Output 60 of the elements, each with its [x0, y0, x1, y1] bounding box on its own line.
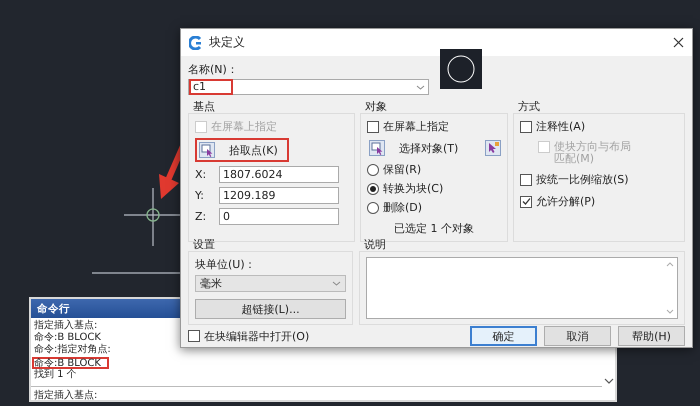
checkbox-label[interactable]: 允许分解(P) — [536, 194, 596, 209]
coordinate-label: Y: — [195, 189, 205, 202]
dropdown-value: 毫米 — [200, 276, 222, 291]
dialog-button[interactable]: 取消 — [544, 326, 611, 346]
selection-status: 已选定 1 个对象 — [393, 221, 475, 236]
command-history-line: 命令:指定对角点: — [34, 344, 111, 357]
crosshair-cursor-icon — [124, 188, 182, 246]
radio-label[interactable]: 删除(D) — [383, 200, 422, 215]
checkbox-label[interactable]: 按统一比例缩放(S) — [536, 172, 629, 187]
checkbox[interactable] — [188, 330, 200, 342]
pick-point-button[interactable]: 拾取点(K) — [195, 138, 289, 162]
checkbox[interactable] — [367, 120, 379, 132]
radio-button[interactable] — [367, 202, 379, 214]
field-label: 名称(N)： — [188, 62, 239, 77]
checkbox[interactable] — [520, 196, 532, 208]
command-input[interactable]: 指定插入基点: — [31, 386, 602, 400]
checkbox-label: 在屏幕上指定 — [211, 119, 277, 134]
circle-icon — [447, 55, 475, 83]
coordinate-field[interactable]: 1807.6024 — [219, 166, 339, 183]
coordinate-label: X: — [195, 168, 208, 181]
app-logo-icon — [189, 36, 203, 50]
hyperlink-button[interactable]: 超链接(L)... — [195, 299, 346, 319]
select-objects-button[interactable]: 选择对象(T) — [367, 138, 460, 158]
command-history-line: 指定插入基点: — [34, 320, 98, 332]
command-history-line: 找到 1 个 — [34, 368, 77, 381]
coordinate-label: Z: — [195, 210, 208, 223]
select-cursor-icon[interactable] — [369, 140, 385, 156]
checkbox-label[interactable]: 注释性(A) — [536, 119, 586, 134]
checkbox[interactable] — [520, 120, 532, 132]
radio-button[interactable] — [367, 182, 379, 194]
dialog-button[interactable]: 帮助(H) — [618, 326, 685, 346]
group-title: 基点 — [192, 100, 216, 113]
field-label: 块单位(U)： — [195, 257, 257, 272]
command-history-line: 命令:B BLOCK — [34, 332, 101, 344]
group-title: 说明 — [363, 238, 387, 251]
check-icon — [520, 196, 532, 207]
coordinate-field[interactable]: 0 — [219, 208, 339, 225]
dropdown-caret-icon — [416, 84, 425, 90]
checkbox-label[interactable]: 在屏幕上指定 — [383, 119, 449, 134]
coordinate-field[interactable]: 1209.189 — [219, 187, 339, 204]
group-title: 对象 — [364, 100, 388, 113]
group-title: 设置 — [192, 238, 216, 251]
group-title: 方式 — [517, 100, 541, 113]
dropdown-caret-icon — [332, 281, 341, 286]
dialog-button[interactable]: 确定 — [470, 326, 537, 346]
dialog-title: 块定义 — [209, 34, 246, 51]
quick-select-icon[interactable] — [485, 140, 501, 156]
name-combobox[interactable]: c1 — [188, 79, 429, 95]
scroll-down-icon[interactable] — [604, 378, 614, 384]
checkbox-label[interactable]: 在块编辑器中打开(O) — [204, 328, 310, 344]
radio-label[interactable]: 转换为块(C) — [383, 181, 444, 196]
name-value: c1 — [189, 79, 233, 95]
checkbox[interactable] — [520, 174, 532, 186]
checkbox-label: 使块方向与布局匹配(M) — [554, 141, 632, 165]
radio-button[interactable] — [367, 164, 379, 176]
unit-dropdown[interactable]: 毫米 — [195, 275, 346, 292]
pick-cursor-icon[interactable] — [199, 142, 215, 158]
command-history-line: 命令:B BLOCK — [34, 358, 101, 369]
close-icon[interactable] — [673, 37, 684, 48]
radio-label[interactable]: 保留(R) — [383, 162, 422, 177]
